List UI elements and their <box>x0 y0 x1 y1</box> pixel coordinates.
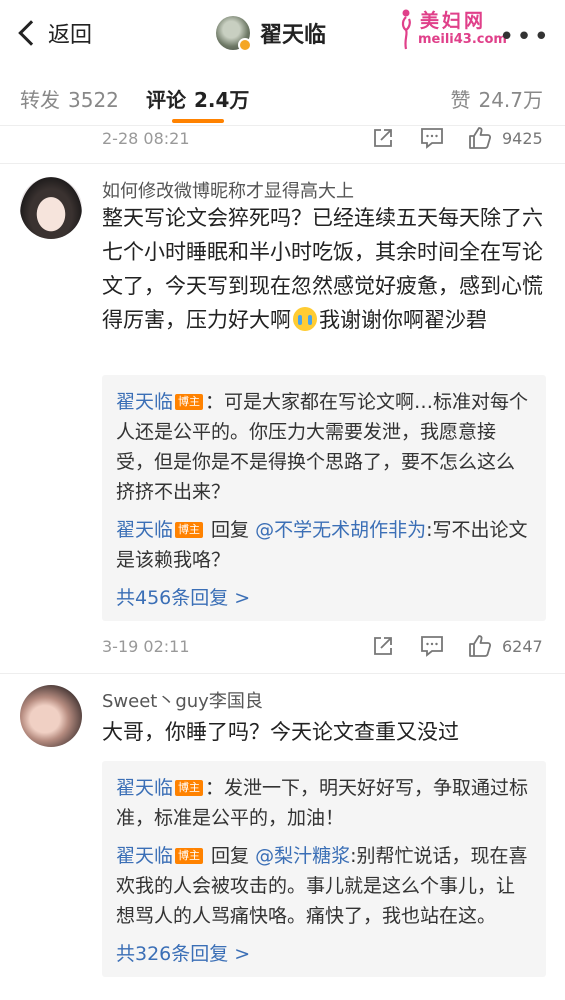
reply-author[interactable]: 翟天临 <box>116 391 173 413</box>
watermark-title: 美妇网 <box>420 10 487 32</box>
like-count: 6247 <box>502 637 543 656</box>
blogger-badge: 博主 <box>175 522 204 538</box>
more-replies-link[interactable]: 共326条回复 > <box>116 939 532 969</box>
tab-like-label: 赞 <box>450 88 471 112</box>
reply-word: 回复 <box>205 845 256 867</box>
reply-box: 翟天临 博主 ：可是大家都在写论文啊…标准对每个人还是公平的。你压力大需要发泄，我愿… <box>102 375 546 621</box>
reply-word: 回复 <box>205 519 256 541</box>
reply-item: 翟天临 博主 回复 @梨汁糖浆:别帮忙说话，现在喜欢我的人会被攻击的。事儿就是这么… <box>116 841 532 931</box>
comment-meta-row: 3-19 02:11 6247 <box>0 635 565 663</box>
tab-like[interactable]: 赞 24.7万 <box>450 84 543 113</box>
comment-text-part: 我谢谢你啊翟沙碧 <box>319 308 487 332</box>
comment-icon[interactable] <box>420 127 444 149</box>
share-icon[interactable] <box>372 127 394 149</box>
chevron-left-icon <box>18 20 44 46</box>
page-title: 翟天临 <box>260 23 327 48</box>
comment-time: 3-19 02:11 <box>102 637 190 656</box>
thumbs-up-icon[interactable] <box>468 634 492 658</box>
avatar <box>216 16 252 52</box>
blogger-badge: 博主 <box>175 848 204 864</box>
tab-like-count: 24.7万 <box>478 88 543 112</box>
more-options-icon[interactable]: ••• <box>499 22 551 52</box>
like-count: 9425 <box>502 129 543 148</box>
comment-username[interactable]: Sweet丶guy李国良 <box>102 687 263 713</box>
comment-username[interactable]: 如何修改微博昵称才显得高大上 <box>102 177 354 203</box>
reply-author[interactable]: 翟天临 <box>116 845 173 867</box>
divider <box>0 673 565 674</box>
reply-box: 翟天临 博主 ：发泄一下，明天好好写，争取通过标准，标准是公平的，加油！ 翟天临 博主… <box>102 761 546 977</box>
more-replies-link[interactable]: 共456条回复 > <box>116 583 532 613</box>
comment-time: 2-28 08:21 <box>102 129 190 148</box>
top-nav-bar: 返回 翟天临 美妇网 meili43.com ••• <box>0 0 565 66</box>
tab-comment[interactable]: 评论 2.4万 <box>146 84 249 113</box>
tab-comment-count: 2.4万 <box>194 88 250 112</box>
tab-comment-label: 评论 <box>146 88 186 112</box>
woman-silhouette-icon <box>401 9 411 50</box>
reply-item: 翟天临 博主 回复 @不学无术胡作非为:写不出论文是该赖我咯？ <box>116 515 532 575</box>
reply-author[interactable]: 翟天临 <box>116 519 173 541</box>
nav-title-group[interactable]: 翟天临 <box>216 14 326 52</box>
blogger-badge: 博主 <box>175 780 204 796</box>
divider <box>0 163 565 164</box>
crying-emoji-icon <box>293 307 317 331</box>
comment-text: 整天写论文会猝死吗？已经连续五天每天除了六七个小时睡眠和半小时吃饭，其余时间全在… <box>102 201 548 337</box>
tab-forward[interactable]: 转发 3522 <box>20 84 119 113</box>
avatar[interactable] <box>20 177 82 239</box>
verified-badge-icon <box>238 38 252 52</box>
watermark-logo: 美妇网 meili43.com <box>398 6 510 52</box>
reply-item: 翟天临 博主 ：发泄一下，明天好好写，争取通过标准，标准是公平的，加油！ <box>116 773 532 833</box>
back-label: 返回 <box>48 23 93 48</box>
comment-icon[interactable] <box>420 635 444 657</box>
thumbs-up-icon[interactable] <box>468 127 492 150</box>
avatar[interactable] <box>20 685 82 747</box>
comment-text: 大哥，你睡了吗？今天论文查重又没过 <box>102 720 459 744</box>
active-tab-indicator <box>172 119 224 123</box>
tab-bar: 转发 3522 评论 2.4万 赞 24.7万 <box>0 66 565 126</box>
blogger-badge: 博主 <box>175 394 204 410</box>
watermark-url: meili43.com <box>418 32 507 47</box>
reply-author[interactable]: 翟天临 <box>116 777 173 799</box>
share-icon[interactable] <box>372 635 394 657</box>
mention-link[interactable]: @不学无术胡作非为 <box>255 519 426 541</box>
comment-meta-row: 2-28 08:21 9425 <box>0 127 565 155</box>
tab-forward-count: 3522 <box>68 88 119 112</box>
tab-forward-label: 转发 <box>20 88 60 112</box>
mention-link[interactable]: @梨汁糖浆 <box>255 845 350 867</box>
reply-item: 翟天临 博主 ：可是大家都在写论文啊…标准对每个人还是公平的。你压力大需要发泄，我愿… <box>116 387 532 507</box>
comment-list[interactable]: 2-28 08:21 9425 如何修改微博昵称才显得高大上 整天写论文会猝死吗… <box>0 127 565 1000</box>
back-button[interactable]: 返回 <box>14 16 92 50</box>
